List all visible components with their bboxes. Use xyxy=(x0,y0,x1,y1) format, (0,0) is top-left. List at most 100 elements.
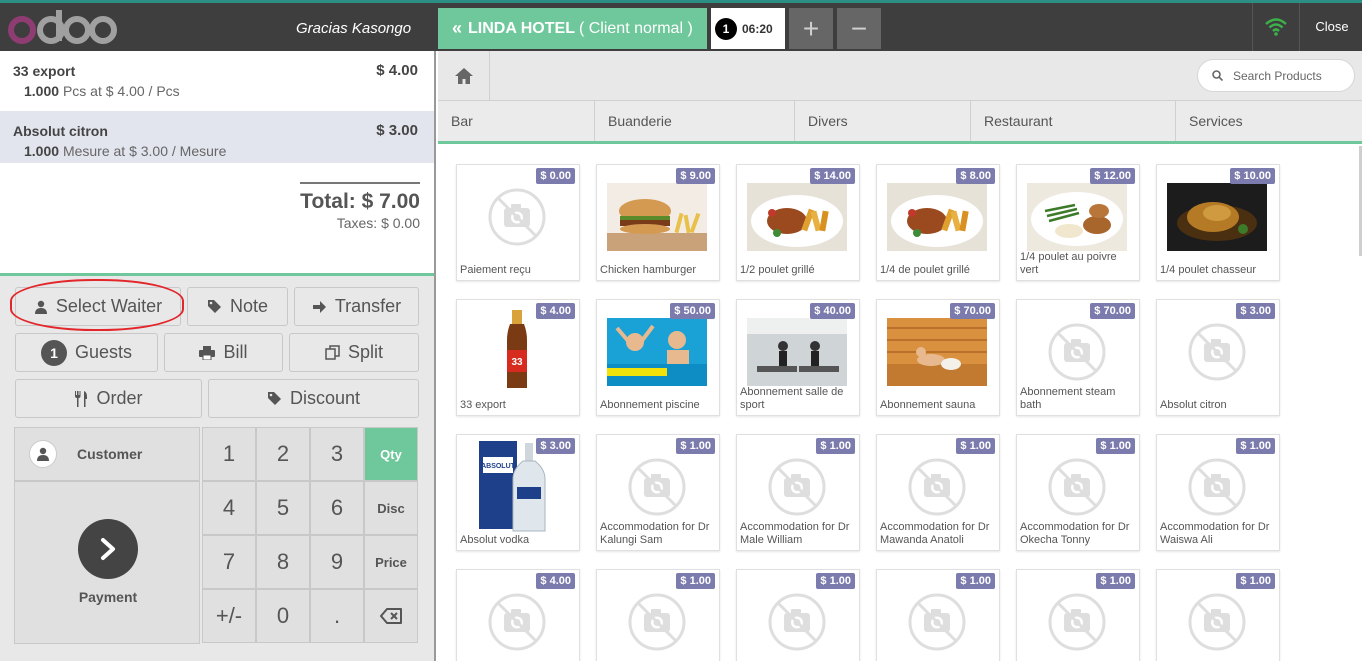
product-price-tag: $ 1.00 xyxy=(1096,573,1135,589)
product-image: ABSOLUT xyxy=(467,437,567,533)
product-price-tag: $ 40.00 xyxy=(810,303,855,319)
product-card[interactable]: $ 1.00 xyxy=(596,569,720,661)
order-panel: 33 export $ 4.00 1.000 Pcs at $ 4.00 / P… xyxy=(0,51,436,661)
product-card[interactable]: $ 9.00 Chicken hamburger xyxy=(596,164,720,281)
no-image-icon xyxy=(887,453,987,521)
current-order-tab[interactable]: « LINDA HOTEL ( Client normal ) xyxy=(438,8,707,49)
product-card[interactable]: $ 0.00 Paiement reçu xyxy=(456,164,580,281)
product-name: Absolut citron xyxy=(1160,399,1227,411)
order-summary: Total: $ 7.00 Taxes: $ 0.00 xyxy=(300,182,420,231)
order-button[interactable]: Order xyxy=(15,379,202,418)
product-card[interactable]: $ 40.00 Abonnement salle de sport xyxy=(736,299,860,416)
connection-status[interactable] xyxy=(1252,3,1300,51)
category-divers[interactable]: Divers xyxy=(795,101,971,141)
cashier-name[interactable]: Gracias Kasongo xyxy=(296,20,411,37)
product-card[interactable]: $ 1.00 Accommodation for Dr Male William xyxy=(736,434,860,551)
breadcrumb: Search Products xyxy=(438,51,1362,101)
close-button[interactable]: Close xyxy=(1302,19,1362,34)
bill-button[interactable]: Bill xyxy=(164,333,283,372)
backspace-button[interactable] xyxy=(364,589,418,643)
numpad-key-9[interactable]: 9 xyxy=(310,535,364,589)
customer-button[interactable]: Customer xyxy=(14,427,200,481)
remove-order-button[interactable]: − xyxy=(837,8,881,49)
product-name: Accommodation for Dr Okecha Tonny xyxy=(1020,521,1130,546)
minus-icon: − xyxy=(850,12,868,44)
numpad-key-1[interactable]: 1 xyxy=(202,427,256,481)
numpad-key-2[interactable]: 2 xyxy=(256,427,310,481)
product-card[interactable]: ABSOLUT $ 3.00 Absolut vodka xyxy=(456,434,580,551)
product-price-tag: $ 10.00 xyxy=(1230,168,1275,184)
product-name: Paiement reçu xyxy=(460,264,531,276)
numpad-key-5[interactable]: 5 xyxy=(256,481,310,535)
order-label: Order xyxy=(96,388,143,408)
add-order-button[interactable]: + xyxy=(789,8,833,49)
category-bar: Bar Buanderie Divers Restaurant Services xyxy=(438,101,1362,144)
orderline-info: 1.000 Pcs at $ 4.00 / Pcs xyxy=(24,83,420,99)
numpad-key-3[interactable]: 3 xyxy=(310,427,364,481)
plus-icon: + xyxy=(802,12,820,44)
product-card[interactable]: $ 14.00 1/2 poulet grillé xyxy=(736,164,860,281)
numpad-key-6[interactable]: 6 xyxy=(310,481,364,535)
guests-count-badge: 1 xyxy=(40,339,67,366)
product-card[interactable]: $ 4.00 xyxy=(456,569,580,661)
svg-text:ABSOLUT: ABSOLUT xyxy=(481,463,516,470)
numpad-key-7[interactable]: 7 xyxy=(202,535,256,589)
product-image xyxy=(607,183,707,251)
orderline-selected[interactable]: Absolut citron $ 3.00 1.000 Mesure at $ … xyxy=(0,111,434,163)
product-card[interactable]: $ 1.00 xyxy=(736,569,860,661)
product-card[interactable]: $ 1.00 Accommodation for Dr Waiswa Ali xyxy=(1156,434,1280,551)
product-price-tag: $ 1.00 xyxy=(956,573,995,589)
product-card[interactable]: $ 1.00 xyxy=(1016,569,1140,661)
qty-mode-button[interactable]: Qty xyxy=(364,427,418,481)
transfer-button[interactable]: Transfer xyxy=(294,287,419,326)
guests-button[interactable]: 1 Guests xyxy=(15,333,158,372)
orderline-detail: Mesure at $ 3.00 / Mesure xyxy=(62,143,227,159)
arrow-right-icon xyxy=(312,300,326,313)
category-services[interactable]: Services xyxy=(1176,101,1362,141)
orderline-product-name: 33 export xyxy=(13,63,76,79)
product-card[interactable]: $ 50.00 Abonnement piscine xyxy=(596,299,720,416)
product-price-tag: $ 1.00 xyxy=(816,438,855,454)
orderline[interactable]: 33 export $ 4.00 1.000 Pcs at $ 4.00 / P… xyxy=(0,51,434,103)
category-bar-item[interactable]: Bar xyxy=(438,101,595,141)
numpad-key-0[interactable]: 0 xyxy=(256,589,310,643)
split-button[interactable]: Split xyxy=(289,333,419,372)
product-card[interactable]: $ 1.00 xyxy=(876,569,1000,661)
copy-icon xyxy=(325,345,340,360)
product-price-tag: $ 1.00 xyxy=(1236,573,1275,589)
product-card[interactable]: 33 $ 4.00 33 export xyxy=(456,299,580,416)
home-button[interactable] xyxy=(438,51,490,101)
numpad-key-4[interactable]: 4 xyxy=(202,481,256,535)
split-label: Split xyxy=(347,342,383,362)
order-time-tab[interactable]: 1 06:20 xyxy=(711,8,785,49)
discount-label: Discount xyxy=(289,388,361,408)
product-price-tag: $ 70.00 xyxy=(1090,303,1135,319)
product-card[interactable]: $ 1.00 Accommodation for Dr Mawanda Anato… xyxy=(876,434,1000,551)
bill-label: Bill xyxy=(223,342,248,362)
orderline-qty: 1.000 xyxy=(24,143,60,159)
product-card[interactable]: $ 70.00 Abonnement steam bath xyxy=(1016,299,1140,416)
numpad-key-decimal[interactable]: . xyxy=(310,589,364,643)
price-mode-button[interactable]: Price xyxy=(364,535,418,589)
orderline-qty: 1.000 xyxy=(24,83,60,99)
discount-button[interactable]: Discount xyxy=(208,379,419,418)
product-card[interactable]: $ 10.00 1/4 poulet chasseur xyxy=(1156,164,1280,281)
product-card[interactable]: $ 1.00 Accommodation for Dr Okecha Tonny xyxy=(1016,434,1140,551)
product-card[interactable]: $ 1.00 xyxy=(1156,569,1280,661)
numpad-key-plus-minus[interactable]: +/- xyxy=(202,589,256,643)
product-name: Accommodation for Dr Kalungi Sam xyxy=(600,521,710,546)
product-card[interactable]: $ 3.00 Absolut citron xyxy=(1156,299,1280,416)
note-button[interactable]: Note xyxy=(187,287,288,326)
disc-mode-button[interactable]: Disc xyxy=(364,481,418,535)
order-total: Total: $ 7.00 xyxy=(300,190,420,213)
payment-button[interactable]: Payment xyxy=(14,481,200,644)
select-waiter-button[interactable]: Select Waiter xyxy=(15,287,181,326)
product-card[interactable]: $ 8.00 1/4 de poulet grillé xyxy=(876,164,1000,281)
category-buanderie[interactable]: Buanderie xyxy=(595,101,795,141)
product-card[interactable]: $ 12.00 1/4 poulet au poivre vert xyxy=(1016,164,1140,281)
category-restaurant[interactable]: Restaurant xyxy=(971,101,1176,141)
product-card[interactable]: $ 70.00 Abonnement sauna xyxy=(876,299,1000,416)
search-input[interactable]: Search Products xyxy=(1197,59,1355,92)
product-card[interactable]: $ 1.00 Accommodation for Dr Kalungi Sam xyxy=(596,434,720,551)
numpad-key-8[interactable]: 8 xyxy=(256,535,310,589)
